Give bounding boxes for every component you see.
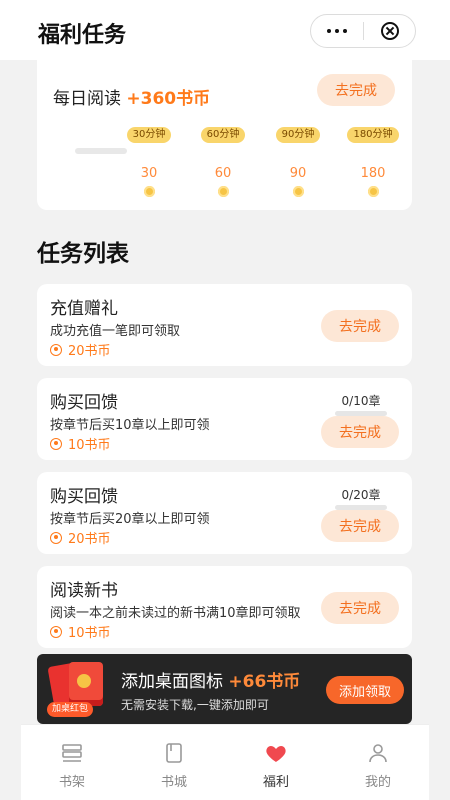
tab-welfare[interactable]: 福利 [225,725,327,800]
task-reward: 20书币 [50,528,111,547]
page-title: 福利任务 [38,23,127,48]
milestone-180: 180分钟 180 [345,122,401,197]
coin-icon [292,186,304,197]
tab-label: 福利 [262,775,289,790]
tab-label: 书城 [160,775,187,790]
coin-icon [50,531,62,544]
nav-header: 福利任务 [0,0,450,60]
task-reward-text: 10书币 [68,626,111,641]
task-reward: 10书币 [50,622,111,641]
more-icon[interactable] [311,15,363,47]
tab-label: 我的 [364,775,391,790]
banner-bonus: +66书币 [228,672,301,692]
user-icon [369,744,387,763]
coin-icon [217,186,229,197]
book-icon [166,743,182,763]
tab-mine[interactable]: 我的 [327,725,429,800]
coin-icon [367,186,379,197]
task-complete-button[interactable]: 去完成 [321,510,399,542]
milestone-90: 90分钟 90 [270,122,326,197]
bookshelf-icon [62,744,82,762]
milestone-value: 180 [360,166,386,181]
task-reward-text: 20书币 [68,344,111,359]
task-progress-text: 0/10章 [341,394,381,408]
close-button[interactable] [364,15,415,47]
daily-reading-card: 每日阅读 +360书币 去完成 30分钟 30 60分钟 60 90分钟 90 … [37,60,412,210]
add-to-desktop-banner[interactable]: 加桌红包 添加桌面图标 +66书币 无需安装下载,一键添加即可 添加领取 [37,654,412,724]
coin-icon [50,343,62,356]
task-card-purchase-20: 购买回馈 按章节后买20章以上即可领 20书币 0/20章 去完成 [37,472,412,554]
task-name: 购买回馈 [50,487,118,507]
daily-reading-label: 每日阅读 +360书币 [53,84,210,109]
coin-icon [143,186,155,197]
task-card-recharge: 充值赠礼 成功充值一笔即可领取 20书币 去完成 [37,284,412,366]
banner-title-text: 添加桌面图标 [121,672,223,692]
task-complete-button[interactable]: 去完成 [321,416,399,448]
page: 福利任务 每日阅读 +360书币 去完成 30分钟 30 60分钟 60 90分… [0,0,450,800]
coin-icon [77,674,91,688]
task-progress-text: 0/20章 [341,488,381,502]
task-complete-button[interactable]: 去完成 [321,592,399,624]
task-name: 购买回馈 [50,393,118,413]
task-reward-text: 20书币 [68,532,111,547]
task-progress: 0/20章 [332,486,390,510]
desktop-gift-tag: 加桌红包 [47,702,94,717]
milestone-tag: 60分钟 [200,127,246,143]
milestone-30: 30分钟 30 [121,122,177,197]
milestone-value: 30 [140,166,158,181]
coin-icon [50,625,62,638]
task-name: 阅读新书 [50,581,118,601]
milestone-60: 60分钟 60 [195,122,251,197]
daily-reading-title: 每日阅读 [53,89,121,109]
bottom-tab-bar: 书架 书城 福利 我的 [21,724,429,800]
task-card-read-new-book: 阅读新书 阅读一本之前未读过的新书满10章即可领取 10书币 去完成 [37,566,412,648]
task-list-title: 任务列表 [37,241,129,267]
banner-title: 添加桌面图标 +66书币 [121,667,300,692]
task-progress: 0/10章 [332,392,390,416]
milestone-tag: 30分钟 [126,127,172,143]
task-desc: 阅读一本之前未读过的新书满10章即可领取 [50,606,301,621]
milestone-value: 60 [214,166,232,181]
task-desc: 按章节后买10章以上即可领 [50,418,210,433]
heart-icon [266,746,286,762]
tab-label: 书架 [58,775,85,790]
task-reward-text: 10书币 [68,438,111,453]
daily-reading-progress [75,148,127,154]
close-icon [380,22,399,40]
task-desc: 成功充值一笔即可领取 [50,324,181,339]
task-name: 充值赠礼 [50,299,118,319]
task-card-purchase-10: 购买回馈 按章节后买10章以上即可领 10书币 0/10章 去完成 [37,378,412,460]
milestone-tag: 180分钟 [347,127,399,143]
task-desc: 按章节后买20章以上即可领 [50,512,210,527]
add-claim-button[interactable]: 添加领取 [326,676,404,704]
banner-subtitle: 无需安装下载,一键添加即可 [121,698,269,712]
task-reward: 10书币 [50,434,111,453]
milestone-value: 90 [289,166,307,181]
daily-reading-bonus: +360书币 [126,89,211,109]
red-envelope-icon: 加桌红包 [47,661,109,717]
task-reward: 20书币 [50,340,111,359]
task-complete-button[interactable]: 去完成 [321,310,399,342]
tab-bookstore[interactable]: 书城 [123,725,225,800]
daily-reading-complete-button[interactable]: 去完成 [317,74,395,106]
coin-icon [50,437,62,450]
tab-bookshelf[interactable]: 书架 [21,725,123,800]
milestone-tag: 90分钟 [275,127,321,143]
mini-program-capsule [310,14,416,48]
